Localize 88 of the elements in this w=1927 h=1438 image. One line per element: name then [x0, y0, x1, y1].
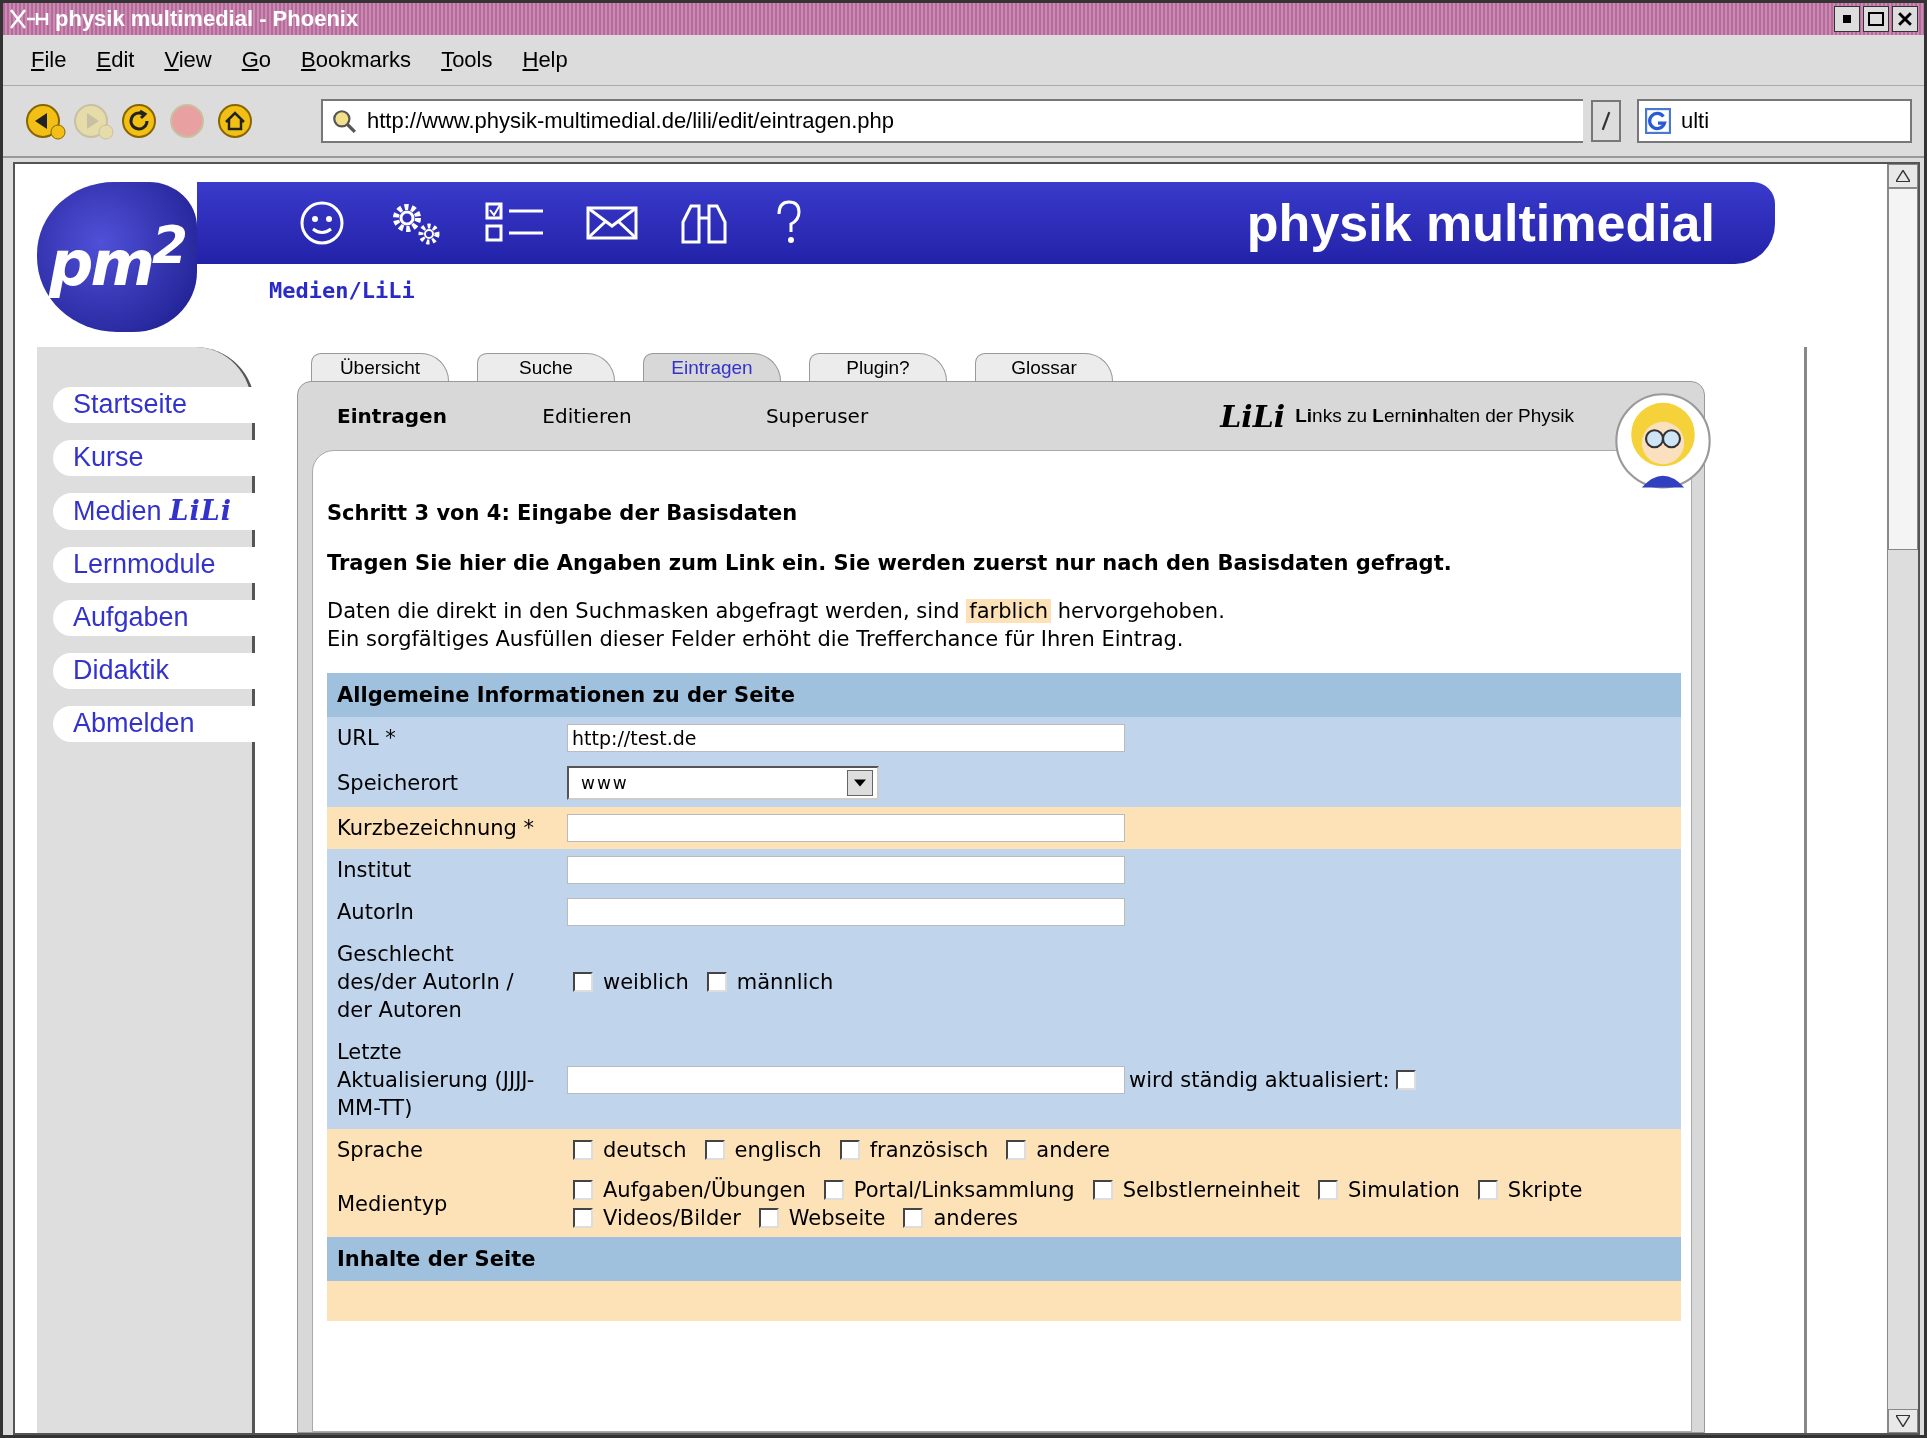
checkbox-label: weiblich	[603, 970, 689, 994]
section-header: Inhalte der Seite	[327, 1237, 1681, 1281]
input-field[interactable]	[567, 814, 1125, 842]
field-label: Kurzbezeichnung *	[337, 815, 535, 842]
subtab[interactable]: Eintragen	[312, 404, 472, 428]
section-header: Allgemeine Informationen zu der Seite	[327, 673, 1681, 717]
field-label: Speicherort	[337, 770, 460, 797]
checkbox-label: deutsch	[603, 1138, 687, 1162]
checkbox-label: wird ständig aktualisiert:	[1129, 1068, 1390, 1092]
caret-icon	[854, 779, 866, 787]
back-button[interactable]	[23, 101, 67, 141]
dropdown[interactable]: www	[567, 766, 879, 800]
close-icon	[1898, 12, 1912, 26]
checkbox-label: englisch	[734, 1138, 822, 1162]
lili-tagline: Links zu Lerninhalten der Physik	[1295, 405, 1574, 427]
subtab[interactable]: Editieren	[472, 404, 702, 428]
slash-icon	[1600, 110, 1612, 132]
checkbox-label: Skripte	[1507, 1178, 1583, 1202]
checkbox-label: Webseite	[788, 1206, 886, 1230]
checkbox-label: anderes	[933, 1206, 1018, 1230]
search-engine-icon	[1645, 108, 1671, 134]
note-text: Daten die direkt in den Suchmasken abgefragt werden, sind farblich hervorgehoben.	[327, 598, 1225, 625]
subtab[interactable]: Superuser	[702, 404, 932, 428]
checkbox[interactable]	[706, 972, 727, 992]
checkbox-label: Simulation	[1348, 1178, 1460, 1202]
note-text: Ein sorgfältiges Ausfüllen dieser Felder erhöht die Trefferchance für Ihren Eintrag.	[327, 626, 1184, 653]
window-title: physik multimedial - Phoenix	[55, 6, 359, 32]
step-heading: Schritt 3 von 4: Eingabe der Basisdaten	[327, 501, 798, 525]
scrollbar[interactable]	[1887, 164, 1918, 1433]
field-label: Letzte Aktualisierung (JJJJ-MM-TT)	[337, 1039, 536, 1122]
checkbox[interactable]	[903, 1208, 924, 1228]
checkbox-label: andere	[1036, 1138, 1110, 1162]
maximize-button[interactable]	[1863, 6, 1889, 32]
field-label: Medientyp	[337, 1191, 449, 1218]
address-field[interactable]: http://www.physik-multimedial.de/lili/edit/eintragen.php	[321, 99, 1583, 143]
menu-item[interactable]: View	[164, 47, 212, 73]
checkbox[interactable]	[573, 1208, 593, 1228]
checkbox[interactable]	[1092, 1180, 1113, 1200]
field-label: AutorIn	[337, 899, 415, 926]
tab[interactable]: Glossar	[975, 353, 1113, 381]
menu-item[interactable]: File	[31, 47, 67, 73]
menu-item[interactable]: Help	[522, 47, 568, 73]
field-label: Institut	[337, 857, 413, 884]
checkbox[interactable]	[573, 972, 593, 992]
field-label: URL *	[337, 725, 397, 752]
input-field[interactable]	[567, 1066, 1125, 1094]
checkbox-label: Selbstlerneinheit	[1122, 1178, 1300, 1202]
checkbox[interactable]	[758, 1208, 779, 1228]
breadcrumb: Medien/LiLi	[269, 278, 416, 303]
checkbox[interactable]	[1006, 1140, 1027, 1160]
tab[interactable]: Eintragen	[643, 353, 781, 381]
checkbox-label: Videos/Bilder	[603, 1206, 741, 1230]
field-label: Sprache	[337, 1137, 424, 1164]
checkbox[interactable]	[1318, 1180, 1338, 1200]
instruction-text: Tragen Sie hier die Angaben zum Link ein. Sie werden zuerst nur nach den Basisdaten gefragt.	[327, 551, 1452, 575]
x-logo-icon[interactable]	[9, 8, 49, 30]
checkbox-label: Aufgaben/Übungen	[603, 1178, 806, 1202]
tab[interactable]: Suche	[477, 353, 615, 381]
scroll-up-icon[interactable]	[1896, 170, 1910, 182]
checkbox[interactable]	[839, 1140, 860, 1160]
checkbox[interactable]	[1395, 1070, 1416, 1090]
checkbox[interactable]	[704, 1140, 725, 1160]
menu-item[interactable]: Go	[241, 47, 272, 73]
checkbox[interactable]	[823, 1180, 844, 1200]
checkbox[interactable]	[1477, 1180, 1498, 1200]
input-field[interactable]: http://test.de	[567, 724, 1125, 752]
checkbox-label: französisch	[869, 1138, 989, 1162]
tab[interactable]: Plugin?	[809, 353, 947, 381]
menu-item[interactable]: Edit	[96, 47, 135, 73]
menu-item[interactable]: Tools	[441, 47, 493, 73]
address-dropdown-button[interactable]	[1591, 100, 1621, 142]
input-field[interactable]	[567, 898, 1125, 926]
site-title: physik multimedial	[1246, 193, 1715, 253]
input-field[interactable]	[567, 856, 1125, 884]
menu-item[interactable]: Bookmarks	[301, 47, 412, 73]
tab[interactable]: Übersicht	[311, 353, 449, 381]
field-label: Geschlecht des/der AutorIn / der Autoren	[337, 941, 515, 1024]
search-field[interactable]: ulti	[1637, 99, 1912, 143]
checkbox-label: männlich	[736, 970, 834, 994]
minimize-button[interactable]	[1834, 6, 1860, 32]
checkbox-label: Portal/Linksammlung	[853, 1178, 1075, 1202]
scroll-down-icon[interactable]	[1896, 1415, 1910, 1427]
checkbox[interactable]	[573, 1180, 593, 1200]
page-icon	[331, 108, 357, 134]
site-logo[interactable]: pm$^{2}$	[37, 182, 197, 332]
checkbox[interactable]	[573, 1140, 593, 1160]
close-button[interactable]	[1892, 6, 1918, 32]
lili-logo: LiLi	[1220, 398, 1286, 434]
